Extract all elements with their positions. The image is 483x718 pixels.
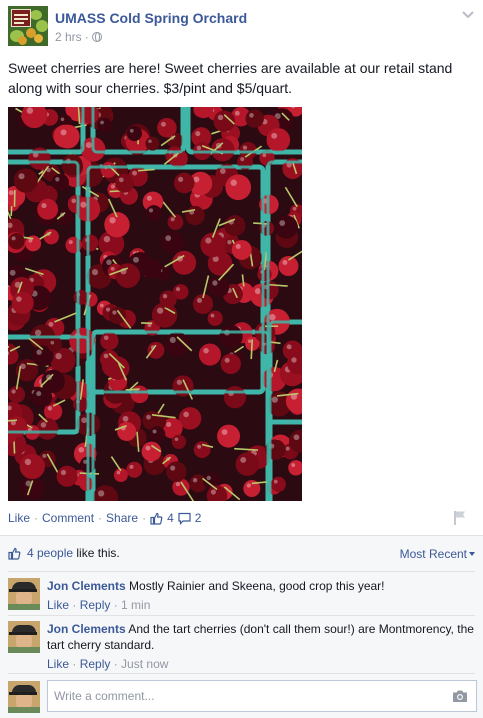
post-actions: Like · Comment · Share · 4 2 xyxy=(8,511,202,525)
divider xyxy=(8,673,475,674)
thumbs-up-icon xyxy=(8,547,21,560)
comment-like-link[interactable]: Like xyxy=(47,657,69,671)
camera-icon[interactable] xyxy=(452,689,468,703)
caret-down-icon xyxy=(469,552,475,556)
sort-label: Most Recent xyxy=(399,547,467,561)
avatar[interactable] xyxy=(8,578,40,610)
likes-summary: 4 people like this. xyxy=(8,546,120,560)
comment-meta: Like · Reply · 1 min xyxy=(47,598,151,612)
feedback-section: 4 people like this. Most Recent Jon Clem… xyxy=(0,535,483,718)
comment-meta: Like · Reply · Just now xyxy=(47,657,169,671)
comment-input[interactable] xyxy=(47,680,477,712)
flag-icon[interactable] xyxy=(453,510,467,526)
comment-count[interactable]: 2 xyxy=(195,511,202,525)
avatar xyxy=(8,681,40,713)
like-count[interactable]: 4 xyxy=(167,511,174,525)
umass-logo xyxy=(11,9,31,27)
sort-dropdown[interactable]: Most Recent xyxy=(400,547,475,561)
page-name-link[interactable]: UMASS Cold Spring Orchard xyxy=(55,10,247,26)
chevron-down-icon[interactable] xyxy=(461,10,475,20)
share-link[interactable]: Share xyxy=(106,511,138,525)
thumbs-up-icon[interactable] xyxy=(150,512,163,525)
likers-link[interactable]: 4 people xyxy=(27,546,73,560)
comment-composer xyxy=(8,680,478,714)
speech-bubble-icon[interactable] xyxy=(178,512,191,525)
comment-reply-link[interactable]: Reply xyxy=(80,657,111,671)
like-link[interactable]: Like xyxy=(8,511,30,525)
avatar[interactable] xyxy=(8,621,40,653)
divider xyxy=(8,615,475,616)
globe-icon[interactable] xyxy=(91,32,102,42)
likes-suffix: like this. xyxy=(73,546,120,560)
post-timestamp[interactable]: 2 hrs xyxy=(55,30,82,44)
comment-text: Mostly Rainier and Skeena, good crop thi… xyxy=(129,579,385,593)
comment-link[interactable]: Comment xyxy=(42,511,94,525)
post-text: Sweet cherries are here! Sweet cherries … xyxy=(8,60,453,96)
page-avatar[interactable] xyxy=(8,6,48,46)
comment-reply-link[interactable]: Reply xyxy=(80,598,111,612)
comment-item: Jon Clements Mostly Rainier and Skeena, … xyxy=(8,578,474,614)
facebook-post: UMASS Cold Spring Orchard 2 hrs · Sweet … xyxy=(0,0,483,718)
comment-item: Jon Clements And the tart cherries (don'… xyxy=(8,621,474,671)
post-photo[interactable] xyxy=(8,107,302,501)
comment-like-link[interactable]: Like xyxy=(47,598,69,612)
comment-time[interactable]: 1 min xyxy=(121,598,150,612)
meta-separator: · xyxy=(84,30,89,44)
comment-author[interactable]: Jon Clements xyxy=(47,622,126,636)
post-meta: 2 hrs · xyxy=(55,30,102,44)
divider xyxy=(8,571,475,572)
cherries-image xyxy=(8,107,302,501)
comment-time[interactable]: Just now xyxy=(121,657,168,671)
comment-author[interactable]: Jon Clements xyxy=(47,579,126,593)
